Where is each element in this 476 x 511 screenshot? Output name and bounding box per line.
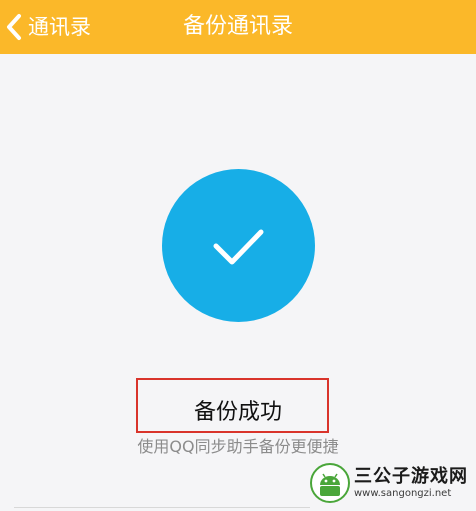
divider bbox=[14, 507, 310, 508]
success-indicator bbox=[162, 169, 315, 322]
watermark: 三公子游戏网 www.sangongzi.net bbox=[310, 463, 468, 503]
header-bar: 备份通讯录 通讯录 bbox=[0, 0, 476, 54]
watermark-title: 三公子游戏网 bbox=[354, 466, 468, 487]
back-label: 通讯录 bbox=[28, 15, 91, 39]
back-button[interactable]: 通讯录 bbox=[4, 8, 91, 46]
hint-text: 使用QQ同步助手备份更便捷 bbox=[137, 437, 339, 456]
checkmark-icon bbox=[213, 229, 264, 265]
chevron-left-icon bbox=[4, 12, 24, 42]
watermark-url: www.sangongzi.net bbox=[354, 488, 452, 499]
success-message: 备份成功 bbox=[193, 400, 282, 425]
android-robot-icon bbox=[310, 463, 350, 503]
